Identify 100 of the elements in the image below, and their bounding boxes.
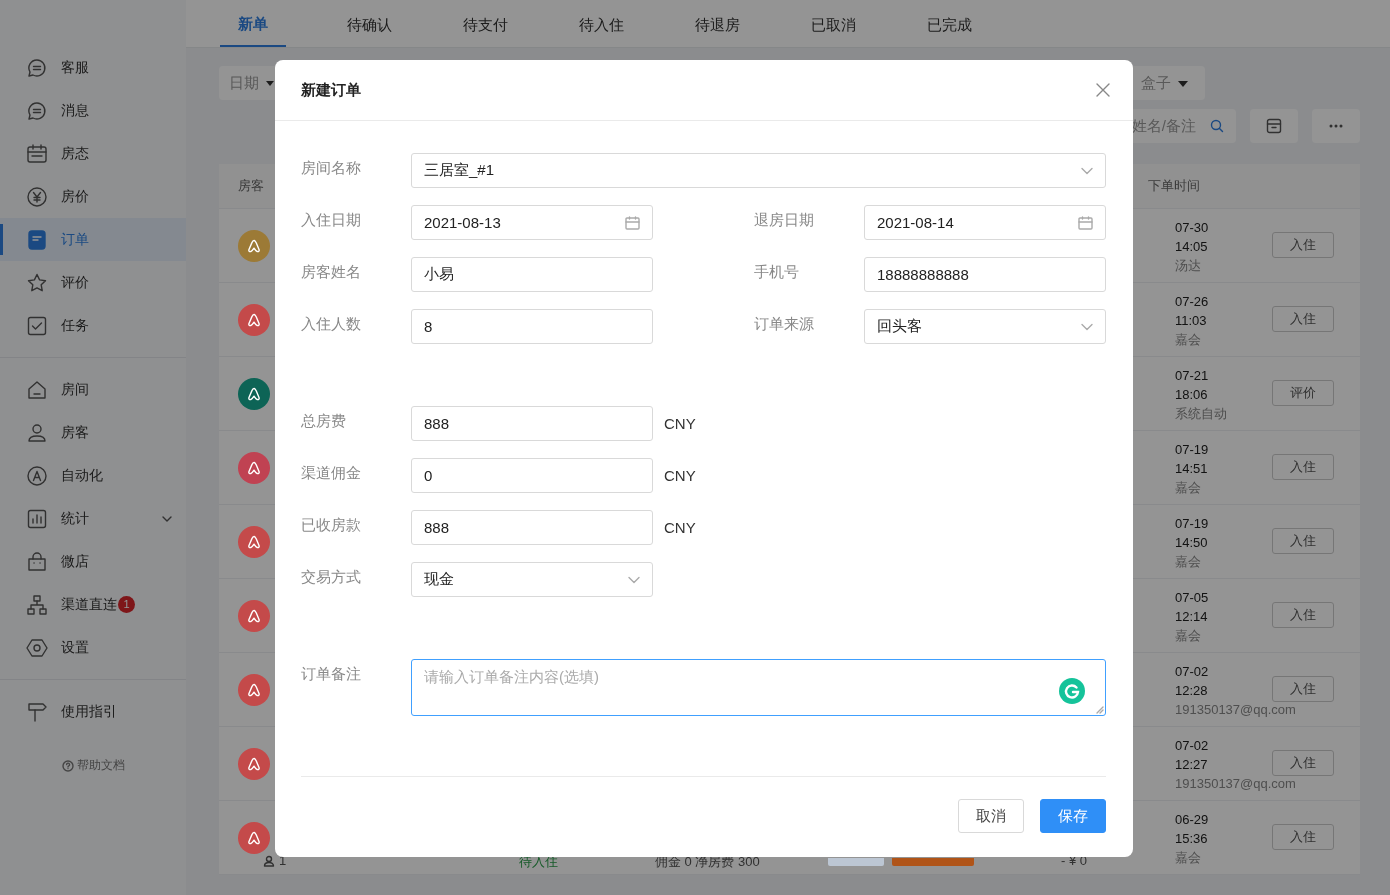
logo-icon [246, 607, 262, 624]
field-label: 渠道佣金 [301, 463, 362, 483]
cancel-button[interactable]: 取消 [958, 799, 1024, 833]
logo-icon [246, 533, 262, 550]
close-icon[interactable] [1095, 82, 1111, 98]
notification-badge: 1 [118, 596, 135, 613]
order-status-tab[interactable]: 待确认 [336, 0, 402, 47]
order-time: 14:51 [1175, 460, 1209, 478]
order-status-tab[interactable]: 待支付 [452, 0, 518, 47]
input-field[interactable]: 8 [411, 309, 653, 344]
sidebar-item-label: 房间 [61, 380, 89, 399]
input-field[interactable]: 888 [411, 510, 653, 545]
grammarly-icon[interactable] [1059, 678, 1085, 704]
order-date: 07-26 [1175, 293, 1209, 311]
date-field[interactable]: 2021-08-13 [411, 205, 653, 240]
action-button[interactable]: 入住 [1272, 528, 1334, 554]
sidebar-item[interactable]: 评价 [0, 261, 186, 304]
sidebar-item[interactable]: 自动化 [0, 454, 186, 497]
calendar-icon [625, 215, 640, 230]
save-button[interactable]: 保存 [1040, 799, 1106, 833]
order-date: 07-21 [1175, 367, 1210, 385]
operator-name: 嘉会 [1175, 331, 1202, 349]
logo-icon [246, 385, 262, 402]
bar-chart-icon [26, 507, 48, 530]
logo-icon [246, 311, 262, 328]
logo-icon [246, 237, 262, 254]
order-status-tab[interactable]: 新单 [220, 0, 286, 47]
logo-icon [246, 755, 262, 772]
field-label: 退房日期 [754, 210, 815, 230]
operator-name: 191350137@qq.com [1175, 775, 1296, 793]
action-button[interactable]: 入住 [1272, 602, 1334, 628]
action-button[interactable]: 评价 [1272, 380, 1334, 406]
sidebar-item[interactable]: 房态 [0, 132, 186, 175]
select-field[interactable]: 三居室_#1 [411, 153, 1106, 188]
sidebar-item-label: 统计 [61, 509, 89, 528]
chevron-down-icon [1081, 322, 1093, 331]
sidebar-item-label: 房态 [61, 144, 89, 163]
sidebar-item[interactable]: 消息 [0, 89, 186, 132]
input-field[interactable]: 888 [411, 406, 653, 441]
select-field[interactable]: 现金 [411, 562, 653, 597]
order-date: 07-19 [1175, 441, 1209, 459]
input-field[interactable]: 小易 [411, 257, 653, 292]
archive-icon [1266, 118, 1282, 134]
order-time: 11:03 [1175, 312, 1208, 330]
person-icon [26, 421, 48, 444]
dialog-title: 新建订单 [301, 80, 361, 100]
order-date: 07-30 [1175, 219, 1209, 237]
field-label: 已收房款 [301, 515, 362, 535]
operator-name: 嘉会 [1175, 849, 1202, 867]
chevron-down-icon [1081, 166, 1093, 175]
action-button[interactable]: 入住 [1272, 676, 1334, 702]
sidebar-item[interactable]: 设置 [0, 626, 186, 669]
order-date: 07-05 [1175, 589, 1209, 607]
field-label: 房客姓名 [301, 262, 362, 282]
archive-button[interactable] [1250, 109, 1298, 143]
order-status-tab[interactable]: 已完成 [916, 0, 982, 47]
calendar-icon [1078, 215, 1093, 230]
action-button[interactable]: 入住 [1272, 454, 1334, 480]
action-button[interactable]: 入住 [1272, 824, 1334, 850]
select-field[interactable]: 回头客 [864, 309, 1106, 344]
sidebar-item[interactable]: 统计 [0, 497, 186, 540]
logo-icon [246, 459, 262, 476]
order-time: 12:27 [1175, 756, 1209, 774]
field-label: 订单备注 [301, 664, 362, 684]
field-label: 入住日期 [301, 210, 362, 230]
letter-a-circle-icon [26, 464, 48, 487]
order-time: 14:05 [1175, 238, 1209, 256]
checkbox-icon [26, 314, 48, 337]
sidebar-item[interactable]: 任务 [0, 304, 186, 347]
order-status-tab[interactable]: 已取消 [800, 0, 866, 47]
sidebar-item-label: 微店 [61, 552, 89, 571]
order-status-tab[interactable]: 待退房 [684, 0, 750, 47]
date-field[interactable]: 2021-08-14 [864, 205, 1106, 240]
house-icon [26, 378, 48, 401]
signpost-icon [26, 700, 48, 723]
help-docs-link[interactable]: 帮助文档 [0, 757, 186, 774]
sidebar-item-label: 房价 [61, 187, 89, 206]
hexagon-icon [26, 636, 48, 659]
input-field[interactable]: 0 [411, 458, 653, 493]
sidebar-item[interactable]: 房价 [0, 175, 186, 218]
action-button[interactable]: 入住 [1272, 232, 1334, 258]
order-date: 07-02 [1175, 737, 1210, 755]
sidebar-item[interactable]: 客服 [0, 46, 186, 89]
operator-name: 嘉会 [1175, 479, 1202, 497]
action-button[interactable]: 入住 [1272, 750, 1334, 776]
input-field[interactable]: 18888888888 [864, 257, 1106, 292]
sidebar-item[interactable]: 使用指引 [0, 690, 186, 733]
sidebar-item[interactable]: 渠道直连 1 [0, 583, 186, 626]
order-time: 12:28 [1175, 682, 1209, 700]
sidebar-item[interactable]: 微店 [0, 540, 186, 583]
sidebar-item[interactable]: 房客 [0, 411, 186, 454]
operator-name: 系统自动 [1175, 405, 1227, 423]
logo-icon [246, 681, 262, 698]
order-status-tab[interactable]: 待入住 [568, 0, 634, 47]
order-date: 06-29 [1175, 811, 1209, 829]
resize-handle-icon [1095, 705, 1104, 714]
sidebar-item-label: 评价 [61, 273, 89, 292]
action-button[interactable]: 入住 [1272, 306, 1334, 332]
currency-unit: CNY [663, 414, 697, 434]
sidebar-item[interactable]: 房间 [0, 368, 186, 411]
